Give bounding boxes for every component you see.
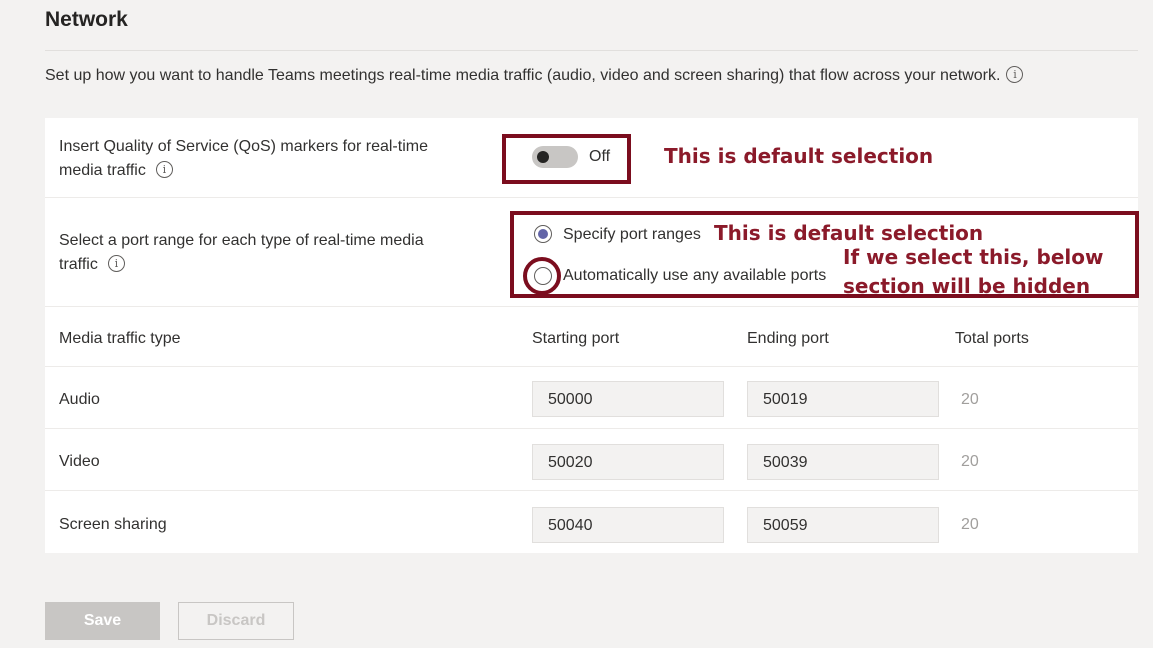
annotation-auto-note-line2: section will be hidden [843,274,1091,298]
starting-port-input[interactable]: 50040 [532,507,724,543]
qos-label-line2-wrap: media traffic i [59,159,428,183]
annotation-circle-auto-radio [523,257,561,295]
description-text: Set up how you want to handle Teams meet… [45,67,1001,84]
total-ports-cell: 20 [961,391,979,408]
annotation-box-toggle [502,134,631,184]
row-divider [45,490,1138,491]
port-range-label: Select a port range for each type of rea… [59,229,424,277]
media-type-cell: Audio [59,391,100,408]
info-icon[interactable]: i [155,161,173,179]
column-header-total-ports: Total ports [955,330,1029,347]
row-divider [45,428,1138,429]
port-range-label-line2-wrap: traffic i [59,253,424,277]
media-type-cell: Screen sharing [59,516,167,533]
annotation-qos-note: This is default selection [664,144,934,168]
info-icon[interactable]: i [1006,66,1024,84]
total-ports-cell: 20 [961,516,979,533]
media-type-cell: Video [59,453,100,470]
qos-label-line1: Insert Quality of Service (QoS) markers … [59,138,428,155]
starting-port-input[interactable]: 50000 [532,381,724,417]
port-range-label-line1: Select a port range for each type of rea… [59,232,424,249]
total-ports-cell: 20 [961,453,979,470]
save-button[interactable]: Save [45,602,160,640]
discard-button[interactable]: Discard [178,602,294,640]
ending-port-input[interactable]: 50039 [747,444,939,480]
annotation-port-note: This is default selection [714,221,984,245]
annotation-auto-note: If we select this, below section will be… [843,243,1103,301]
qos-label: Insert Quality of Service (QoS) markers … [59,135,428,183]
annotation-auto-note-line1: If we select this, below [843,245,1104,269]
title-divider [45,50,1138,51]
page-title: Network [45,8,128,31]
column-header-ending-port: Ending port [747,330,829,347]
page-description: Set up how you want to handle Teams meet… [45,66,1024,85]
port-range-label-line2: traffic [59,256,98,273]
row-divider [45,306,1138,307]
column-header-starting-port: Starting port [532,330,620,347]
ending-port-input[interactable]: 50019 [747,381,939,417]
column-header-media-type: Media traffic type [59,330,181,347]
row-divider [45,366,1138,367]
ending-port-input[interactable]: 50059 [747,507,939,543]
row-divider [45,197,1138,198]
qos-label-line2: media traffic [59,162,146,179]
starting-port-input[interactable]: 50020 [532,444,724,480]
info-icon[interactable]: i [107,255,125,273]
